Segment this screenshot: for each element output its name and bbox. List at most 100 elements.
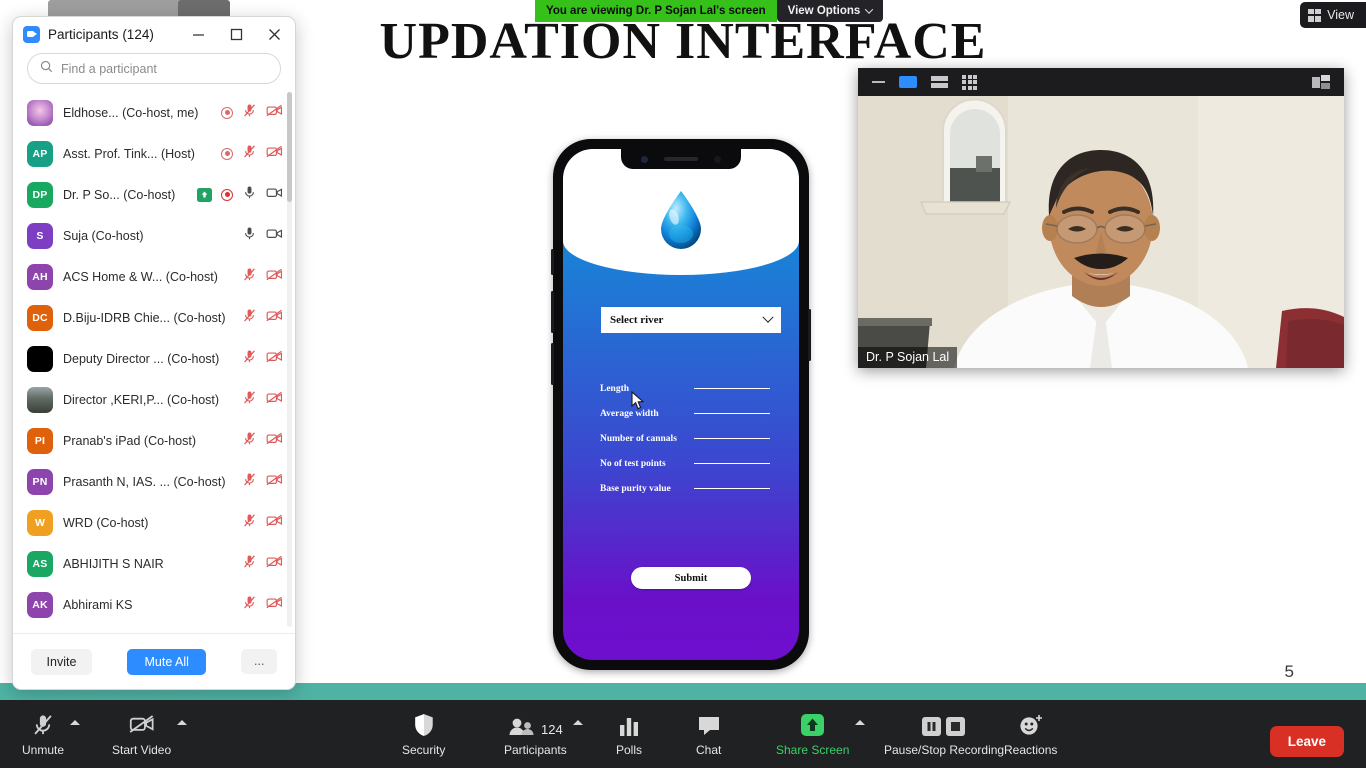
mic-muted-icon[interactable] <box>242 390 257 410</box>
earpiece-speaker <box>664 157 698 161</box>
toolbar-button-share-screen[interactable]: Share Screen <box>772 700 853 768</box>
participant-row[interactable]: W WRD (Co-host) <box>13 502 295 543</box>
gallery-view-icon[interactable] <box>962 74 977 90</box>
participant-name: Asst. Prof. Tink... (Host) <box>63 146 195 161</box>
water-droplet-icon <box>655 189 707 256</box>
participants-list[interactable]: Eldhose... (Co-host, me) AP Asst. Prof. Ti… <box>13 92 295 627</box>
video-off-icon[interactable] <box>266 390 283 410</box>
minimize-icon[interactable] <box>183 21 213 47</box>
toolbar-button-start-video[interactable]: Start Video <box>108 700 175 768</box>
video-off-icon[interactable] <box>266 513 283 533</box>
scrollbar-thumb[interactable] <box>287 92 292 202</box>
toolbar-button-security[interactable]: Security <box>398 700 449 768</box>
video-off-icon[interactable] <box>266 595 283 615</box>
leave-button[interactable]: Leave <box>1269 726 1344 757</box>
participant-row[interactable]: PN Prasanth N, IAS. ... (Co-host) <box>13 461 295 502</box>
chevron-up-icon[interactable] <box>177 720 188 725</box>
toolbar-button-pause-stop-recording[interactable]: Pause/Stop Recording <box>880 700 1008 768</box>
video-on-icon[interactable] <box>266 185 283 205</box>
select-river-dropdown[interactable]: Select river <box>601 307 781 333</box>
speaker-view-icon[interactable] <box>899 76 917 88</box>
view-options-button[interactable]: View Options <box>776 0 884 22</box>
field-label-length: Length <box>600 383 630 394</box>
mic-muted-icon[interactable] <box>242 431 257 451</box>
reactions-smiley-icon <box>1018 711 1044 737</box>
more-options-button[interactable]: ... <box>241 649 278 674</box>
participants-footer: Invite Mute All ... <box>13 633 295 689</box>
participant-row[interactable]: Deputy Director ... (Co-host) <box>13 338 295 379</box>
video-off-icon[interactable] <box>266 349 283 369</box>
webcam-still <box>858 96 1344 368</box>
mic-on-icon[interactable] <box>242 185 257 205</box>
video-off-icon[interactable] <box>266 554 283 574</box>
maximize-icon[interactable] <box>221 21 251 47</box>
participant-row[interactable]: Director ,KERI,P... (Co-host) <box>13 379 295 420</box>
recording-indicator-icon <box>221 147 233 160</box>
participant-row[interactable]: DC D.Biju-IDRB Chie... (Co-host) <box>13 297 295 338</box>
participant-name: D.Biju-IDRB Chie... (Co-host) <box>63 310 226 325</box>
toolbar-button-reactions[interactable]: Reactions <box>1000 700 1061 768</box>
participants-icon: 124 <box>508 711 563 737</box>
avatar <box>27 386 53 413</box>
popout-icon[interactable] <box>1312 75 1330 89</box>
participant-name: ABHIJITH S NAIR <box>63 556 164 571</box>
field-input-average-width[interactable] <box>694 413 770 414</box>
participants-title-text: Participants <box>48 26 119 42</box>
close-icon[interactable] <box>259 21 289 47</box>
participant-row[interactable]: AH ACS Home & W... (Co-host) <box>13 256 295 297</box>
mute-all-button[interactable]: Mute All <box>127 648 206 675</box>
participant-status-icons <box>242 390 283 410</box>
mic-muted-icon[interactable] <box>242 595 257 615</box>
mic-muted-icon[interactable] <box>242 472 257 492</box>
field-input-no-of-test-points[interactable] <box>694 463 770 464</box>
participant-row[interactable]: AK Abhirami KS <box>13 584 295 625</box>
chevron-up-icon[interactable] <box>70 720 81 725</box>
toolbar-button-label: Start Video <box>112 743 172 757</box>
submit-button[interactable]: Submit <box>631 567 751 589</box>
polls-bar-chart-icon <box>618 711 640 737</box>
field-row: Length <box>600 376 770 401</box>
chevron-up-icon[interactable] <box>572 720 583 725</box>
mic-on-icon[interactable] <box>242 226 257 246</box>
field-input-number-of-cannals[interactable] <box>694 438 770 439</box>
mic-muted-icon[interactable] <box>242 513 257 533</box>
minimize-icon[interactable] <box>872 81 885 83</box>
mic-muted-icon[interactable] <box>242 267 257 287</box>
invite-button[interactable]: Invite <box>30 648 93 675</box>
video-off-icon[interactable] <box>266 103 283 123</box>
video-off-icon[interactable] <box>266 144 283 164</box>
mic-muted-icon[interactable] <box>242 554 257 574</box>
video-off-icon[interactable] <box>266 472 283 492</box>
view-button[interactable]: View <box>1300 2 1366 28</box>
screen-share-banner: You are viewing Dr. P Sojan Lal's screen… <box>535 0 884 22</box>
chevron-down-icon <box>865 5 874 14</box>
participant-row[interactable]: DP Dr. P So... (Co-host) <box>13 174 295 215</box>
toolbar-button-unmute[interactable]: Unmute <box>18 700 68 768</box>
participant-row[interactable]: AP Asst. Prof. Tink... (Host) <box>13 133 295 174</box>
avatar: DP <box>27 181 53 208</box>
toolbar-button-chat[interactable]: Chat <box>692 700 725 768</box>
video-off-icon[interactable] <box>266 308 283 328</box>
video-off-icon[interactable] <box>266 431 283 451</box>
participant-row[interactable]: PI Pranab's iPad (Co-host) <box>13 420 295 461</box>
mic-muted-icon[interactable] <box>242 308 257 328</box>
filmstrip-view-icon[interactable] <box>931 76 948 88</box>
video-on-icon[interactable] <box>266 226 283 246</box>
field-input-base-purity-value[interactable] <box>694 488 770 489</box>
participant-row[interactable]: AS ABHIJITH S NAIR <box>13 543 295 584</box>
toolbar-button-polls[interactable]: Polls <box>612 700 646 768</box>
participant-row[interactable]: Eldhose... (Co-host, me) <box>13 92 295 133</box>
video-off-icon[interactable] <box>266 267 283 287</box>
zoom-meeting-window: UPDATION INTERFACE Select river Length A… <box>0 0 1366 768</box>
toolbar-button-participants[interactable]: 124 Participants <box>500 700 571 768</box>
chevron-up-icon[interactable] <box>855 720 866 725</box>
search-input[interactable]: Find a participant <box>27 53 281 84</box>
mic-muted-icon[interactable] <box>242 349 257 369</box>
video-thumbnail-window[interactable]: Dr. P Sojan Lal <box>858 68 1344 368</box>
shield-icon <box>413 711 435 737</box>
select-river-label: Select river <box>610 314 664 326</box>
mic-muted-icon[interactable] <box>242 144 257 164</box>
field-input-length[interactable] <box>694 388 770 389</box>
mic-muted-icon[interactable] <box>242 103 257 123</box>
participant-row[interactable]: S Suja (Co-host) <box>13 215 295 256</box>
